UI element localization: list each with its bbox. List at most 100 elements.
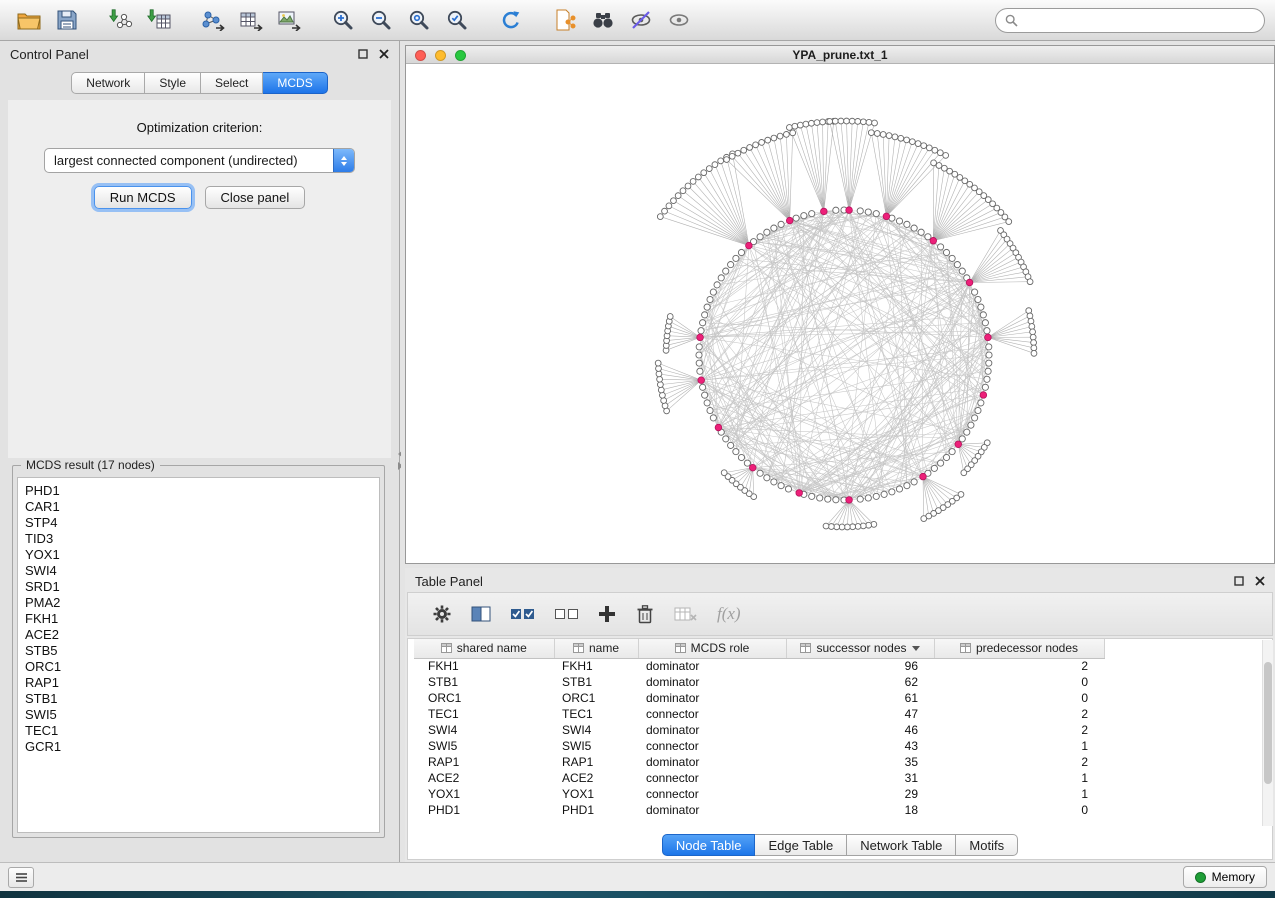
tab-motifs[interactable]: Motifs	[956, 834, 1018, 856]
deselect-all-button[interactable]	[554, 599, 579, 629]
close-panel-button[interactable]: Close panel	[205, 186, 306, 209]
table-row[interactable]: ACE2ACE2connector311	[414, 770, 1104, 786]
table-cell: PHD1	[554, 802, 638, 818]
table-cell: dominator	[638, 722, 786, 738]
mcds-result-item[interactable]: RAP1	[18, 675, 379, 691]
float-window-icon[interactable]	[1234, 576, 1244, 586]
network-canvas-svg[interactable]	[406, 65, 1274, 563]
search-box[interactable]	[995, 8, 1265, 33]
eye-slash-icon	[629, 9, 653, 31]
run-mcds-button[interactable]: Run MCDS	[94, 186, 192, 209]
mcds-result-item[interactable]: FKH1	[18, 611, 379, 627]
zoom-in-button[interactable]	[324, 4, 362, 36]
export-image-button[interactable]	[270, 4, 308, 36]
column-header-shared-name[interactable]: shared name	[414, 639, 554, 658]
tab-edge-table[interactable]: Edge Table	[755, 834, 847, 856]
tab-mcds[interactable]: MCDS	[263, 72, 327, 94]
delete-column-button[interactable]	[674, 599, 698, 629]
delete-column-icon	[674, 605, 698, 623]
delete-entry-button[interactable]	[635, 599, 655, 629]
tab-select[interactable]: Select	[201, 72, 263, 94]
search-input[interactable]	[1024, 13, 1255, 27]
maximize-window-icon[interactable]	[455, 50, 466, 61]
right-pane: YPA_prune.txt_1 Table Panel	[401, 41, 1275, 862]
export-document-button[interactable]	[546, 4, 584, 36]
zoom-fit-button[interactable]	[400, 4, 438, 36]
mcds-result-item[interactable]: ORC1	[18, 659, 379, 675]
scrollbar-thumb[interactable]	[1264, 662, 1272, 784]
tab-network[interactable]: Network	[71, 72, 145, 94]
mcds-result-item[interactable]: PMA2	[18, 595, 379, 611]
table-row[interactable]: PHD1PHD1dominator180	[414, 802, 1104, 818]
refresh-layout-button[interactable]	[492, 4, 530, 36]
node-table-viewport[interactable]: shared name name MCDS role successor nod…	[407, 638, 1273, 860]
tab-node-table[interactable]: Node Table	[662, 834, 756, 856]
function-builder-button[interactable]: f(x)	[717, 599, 741, 629]
table-scrollbar[interactable]	[1262, 640, 1273, 826]
mcds-result-item[interactable]: STB5	[18, 643, 379, 659]
mcds-result-item[interactable]: SRD1	[18, 579, 379, 595]
import-network-button[interactable]	[102, 4, 140, 36]
mcds-result-item[interactable]: STB1	[18, 691, 379, 707]
tab-network-table[interactable]: Network Table	[847, 834, 956, 856]
table-row[interactable]: RAP1RAP1dominator352	[414, 754, 1104, 770]
zoom-selected-button[interactable]	[438, 4, 476, 36]
open-file-button[interactable]	[10, 4, 48, 36]
tab-style[interactable]: Style	[145, 72, 201, 94]
find-button[interactable]	[584, 4, 622, 36]
mcds-options-area: Optimization criterion: largest connecte…	[8, 100, 391, 458]
close-icon[interactable]	[379, 49, 389, 59]
network-window-titlebar[interactable]: YPA_prune.txt_1	[406, 46, 1274, 64]
mcds-result-item[interactable]: CAR1	[18, 499, 379, 515]
hide-details-button[interactable]	[622, 4, 660, 36]
table-cell: connector	[638, 706, 786, 722]
table-row[interactable]: SWI5SWI5connector431	[414, 738, 1104, 754]
optimization-criterion-dropdown[interactable]: largest connected component (undirected)	[44, 148, 355, 173]
table-row[interactable]: ORC1ORC1dominator610	[414, 690, 1104, 706]
table-cell: STB1	[414, 674, 554, 690]
mcds-result-item[interactable]: STP4	[18, 515, 379, 531]
mcds-result-item[interactable]: ACE2	[18, 627, 379, 643]
column-header-name[interactable]: name	[554, 639, 638, 658]
import-table-button[interactable]	[140, 4, 178, 36]
table-row[interactable]: FKH1FKH1dominator962	[414, 658, 1104, 674]
table-row[interactable]: STB1STB1dominator620	[414, 674, 1104, 690]
save-session-button[interactable]	[48, 4, 86, 36]
show-columns-button[interactable]	[471, 599, 491, 629]
export-table-button[interactable]	[232, 4, 270, 36]
zoom-out-button[interactable]	[362, 4, 400, 36]
memory-label: Memory	[1212, 870, 1255, 884]
memory-button[interactable]: Memory	[1183, 866, 1267, 888]
mcds-result-item[interactable]: YOX1	[18, 547, 379, 563]
mcds-result-title: MCDS result (17 nodes)	[21, 458, 160, 472]
select-all-button[interactable]	[510, 599, 535, 629]
table-settings-button[interactable]	[432, 599, 452, 629]
export-network-button[interactable]	[194, 4, 232, 36]
dropdown-stepper-icon	[333, 149, 354, 172]
mcds-result-item[interactable]: SWI5	[18, 707, 379, 723]
status-menu-button[interactable]	[8, 867, 34, 888]
table-cell: RAP1	[414, 754, 554, 770]
table-cell: 1	[934, 770, 1104, 786]
network-window-title: YPA_prune.txt_1	[406, 48, 1274, 62]
mcds-result-item[interactable]: SWI4	[18, 563, 379, 579]
mcds-result-item[interactable]: PHD1	[18, 483, 379, 499]
column-header-predecessor-nodes[interactable]: predecessor nodes	[934, 639, 1104, 658]
table-row[interactable]: YOX1YOX1connector291	[414, 786, 1104, 802]
mcds-result-list[interactable]: PHD1CAR1STP4TID3YOX1SWI4SRD1PMA2FKH1ACE2…	[17, 477, 380, 833]
close-window-icon[interactable]	[415, 50, 426, 61]
table-cell: 43	[786, 738, 934, 754]
column-header-mcds-role[interactable]: MCDS role	[638, 639, 786, 658]
column-header-successor-nodes[interactable]: successor nodes	[786, 639, 934, 658]
add-entry-button[interactable]	[598, 599, 616, 629]
minimize-window-icon[interactable]	[435, 50, 446, 61]
close-icon[interactable]	[1255, 576, 1265, 586]
float-window-icon[interactable]	[358, 49, 368, 59]
mcds-result-item[interactable]: TEC1	[18, 723, 379, 739]
export-network-icon	[201, 9, 225, 31]
table-row[interactable]: SWI4SWI4dominator462	[414, 722, 1104, 738]
mcds-result-item[interactable]: TID3	[18, 531, 379, 547]
show-details-button[interactable]	[660, 4, 698, 36]
table-row[interactable]: TEC1TEC1connector472	[414, 706, 1104, 722]
mcds-result-item[interactable]: GCR1	[18, 739, 379, 755]
